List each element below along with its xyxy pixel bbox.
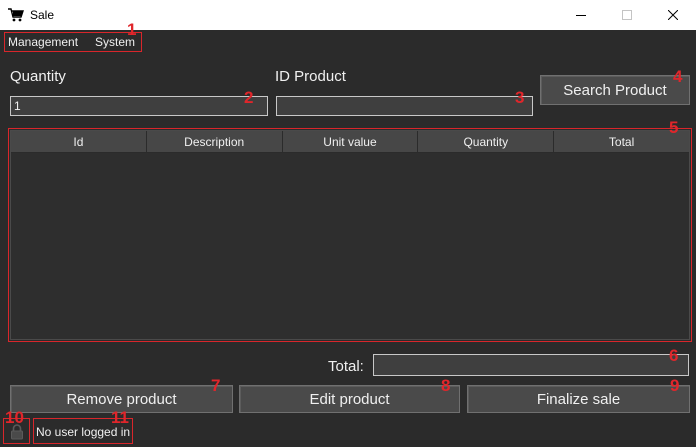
total-field — [373, 354, 689, 376]
column-header-description[interactable]: Description — [146, 131, 283, 153]
login-status-text: No user logged in — [36, 425, 131, 439]
close-icon — [668, 10, 678, 20]
column-header-quantity[interactable]: Quantity — [418, 131, 555, 153]
annotation-marker-7: 7 — [211, 376, 221, 395]
id-product-label: ID Product — [275, 68, 346, 85]
annotation-marker-10: 10 — [5, 408, 24, 427]
column-header-id[interactable]: Id — [11, 131, 147, 153]
annotation-marker-8: 8 — [441, 376, 451, 395]
id-product-input[interactable] — [276, 96, 533, 116]
remove-product-button-label: Remove product — [66, 390, 177, 408]
finalize-sale-button-label: Finalize sale — [536, 390, 621, 408]
total-label: Total: — [328, 358, 364, 375]
window-titlebar: Sale — [0, 0, 696, 30]
annotation-marker-6: 6 — [669, 346, 679, 365]
annotation-marker-4: 4 — [673, 67, 683, 86]
maximize-icon — [622, 10, 632, 20]
quantity-label: Quantity — [10, 68, 66, 85]
search-product-button[interactable]: Search Product — [540, 75, 690, 105]
annotation-marker-3: 3 — [515, 88, 525, 107]
column-header-unit-value[interactable]: Unit value — [282, 131, 419, 153]
quantity-input[interactable]: 1 — [10, 96, 268, 116]
finalize-sale-button[interactable]: Finalize sale — [467, 385, 690, 413]
annotation-marker-5: 5 — [669, 118, 679, 137]
annotation-marker-1: 1 — [127, 20, 137, 39]
edit-product-button-label: Edit product — [309, 390, 390, 408]
annotation-marker-2: 2 — [244, 88, 254, 107]
minimize-icon — [576, 15, 586, 16]
menu-bar: Management System — [0, 30, 696, 54]
edit-product-button[interactable]: Edit product — [239, 385, 460, 413]
products-table[interactable]: Id Description Unit value Quantity Total — [10, 130, 690, 340]
minimize-button[interactable] — [558, 0, 604, 30]
table-header: Id Description Unit value Quantity Total — [11, 131, 689, 153]
maximize-button[interactable] — [604, 0, 650, 30]
search-product-button-label: Search Product — [563, 81, 667, 99]
menu-management[interactable]: Management — [8, 35, 78, 49]
annotation-marker-9: 9 — [670, 376, 680, 395]
window-title: Sale — [30, 8, 55, 22]
annotation-marker-11: 11 — [111, 408, 129, 427]
cart-icon — [8, 8, 24, 22]
close-button[interactable] — [650, 0, 696, 30]
